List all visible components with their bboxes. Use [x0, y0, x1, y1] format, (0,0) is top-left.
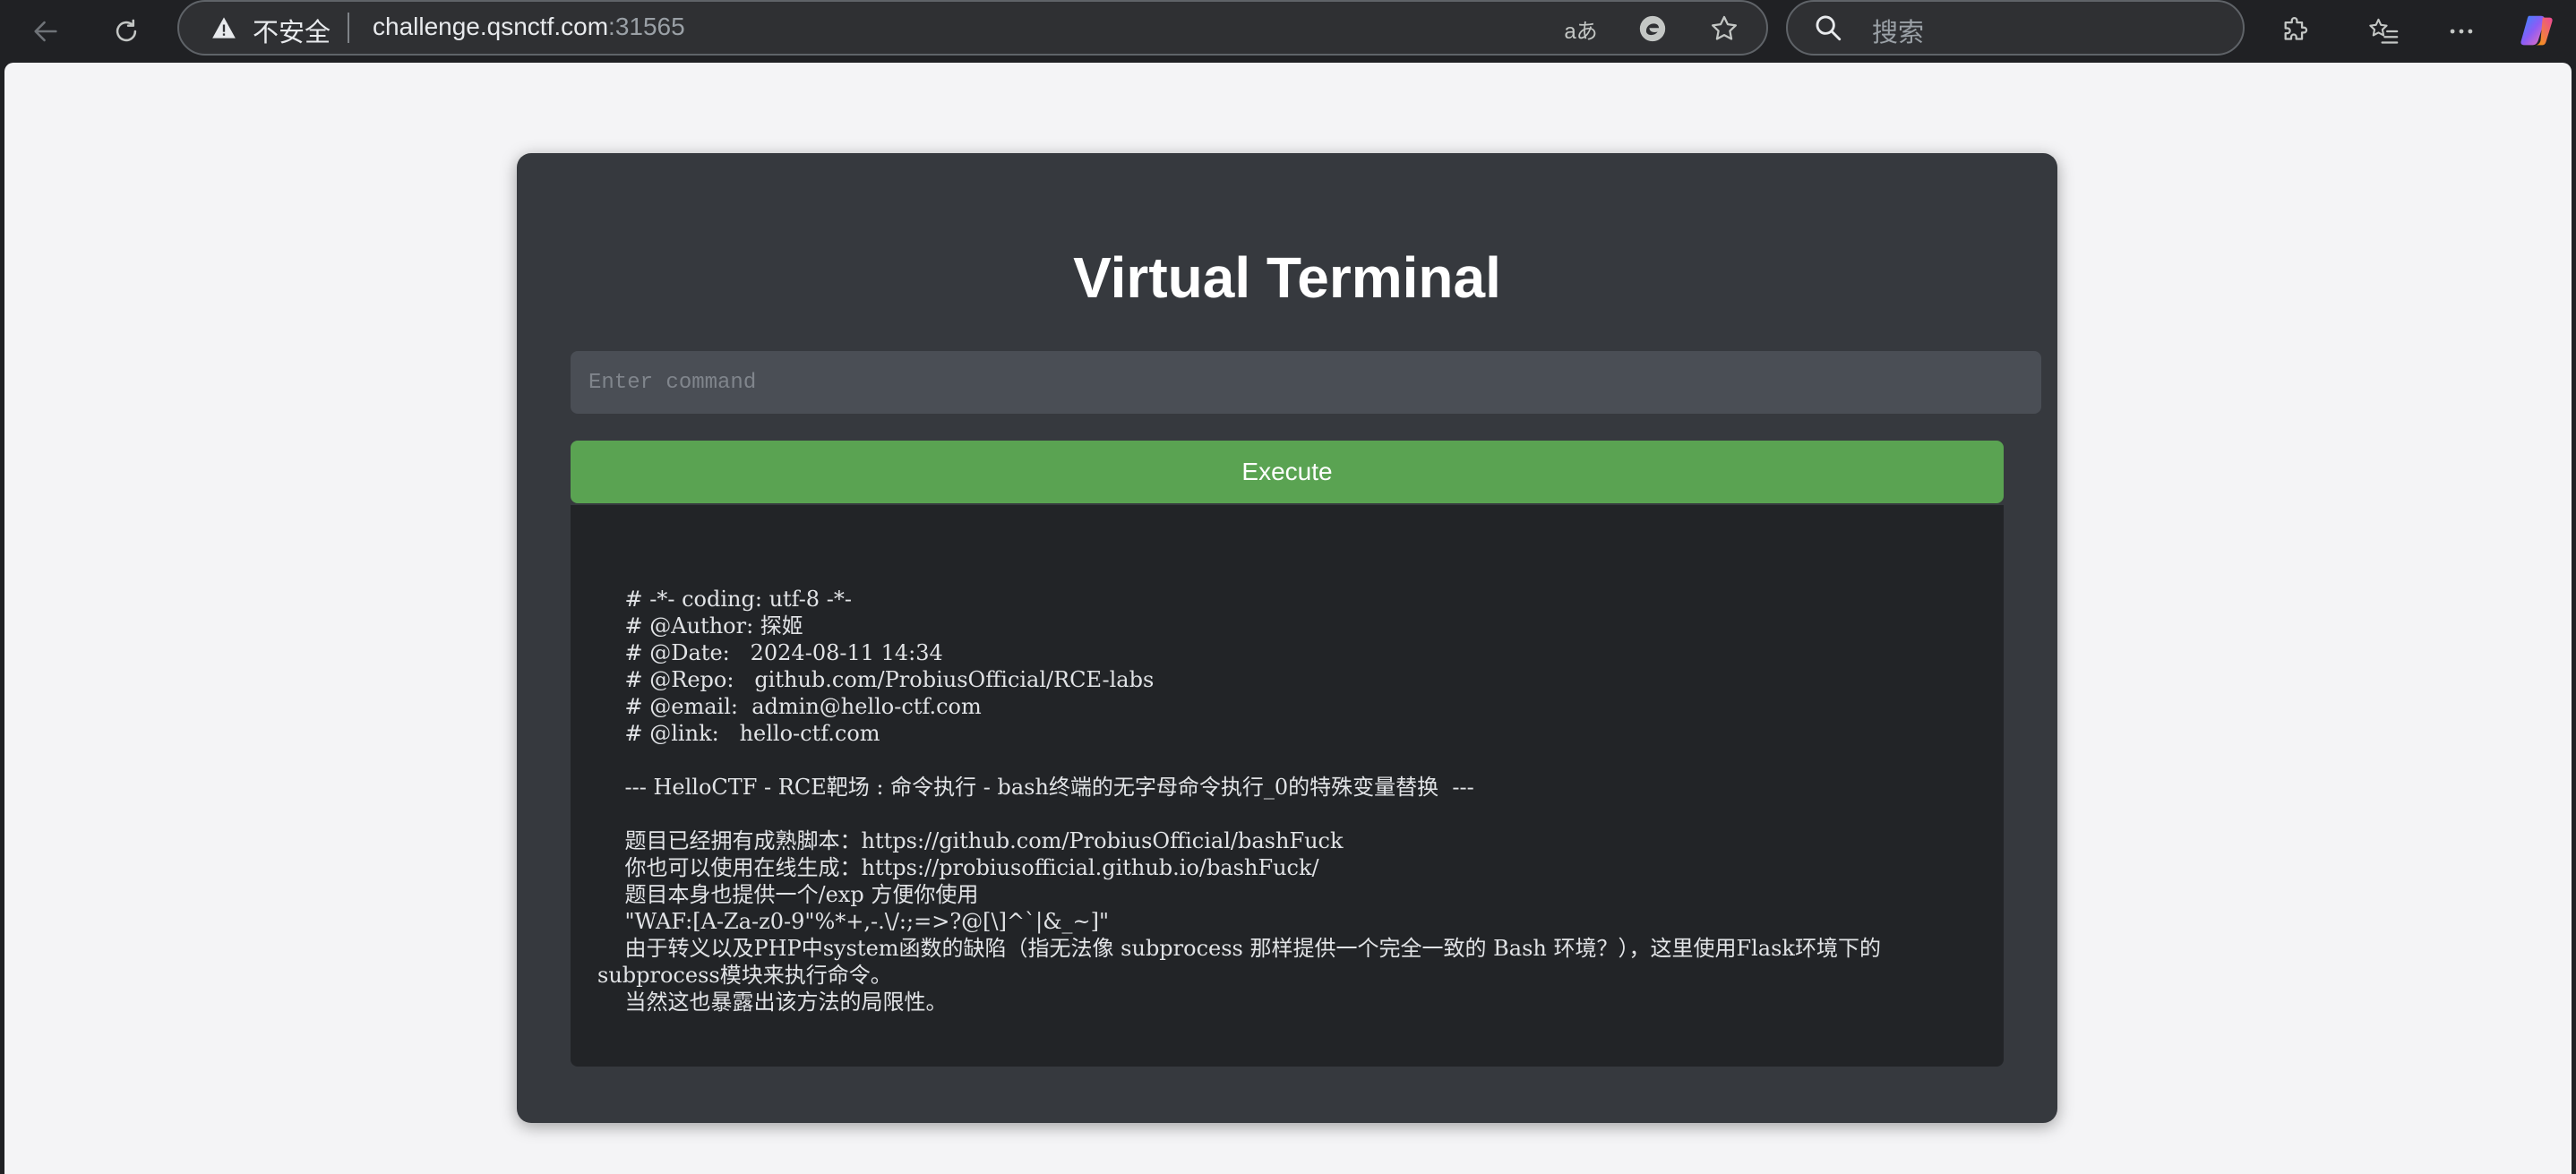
copilot-icon	[2520, 15, 2553, 46]
more-dots-icon	[2450, 29, 2473, 34]
back-button[interactable]	[20, 5, 72, 57]
url-port: :31565	[608, 13, 685, 40]
address-bar[interactable]: 不安全 challenge.qsnctf.com:31565 aあ	[177, 0, 1768, 56]
address-divider	[348, 13, 349, 43]
security-status-label[interactable]: 不安全	[253, 12, 331, 49]
output-text: # -*- coding: utf-8 -*- # @Author: 探姬 # …	[597, 587, 1881, 1015]
page-title: Virtual Terminal	[1073, 245, 1501, 310]
favorite-star-icon[interactable]	[1707, 12, 1741, 46]
terminal-output: # -*- coding: utf-8 -*- # @Author: 探姬 # …	[571, 505, 2004, 1067]
search-icon	[1813, 13, 1843, 47]
favorites-button[interactable]	[2359, 7, 2408, 56]
copilot-button[interactable]	[2513, 7, 2562, 56]
refresh-icon	[116, 19, 137, 42]
back-arrow-icon	[34, 21, 57, 42]
url-text[interactable]: challenge.qsnctf.com:31565	[373, 13, 685, 41]
favorites-list-icon	[2369, 18, 2399, 44]
edge-reading-icon[interactable]	[1636, 12, 1670, 46]
browser-toolbar: 不安全 challenge.qsnctf.com:31565 aあ 搜索	[0, 0, 2576, 63]
more-menu-button[interactable]	[2437, 7, 2486, 56]
search-bar[interactable]: 搜索	[1786, 0, 2245, 56]
command-input[interactable]	[571, 351, 2041, 414]
execute-button[interactable]: Execute	[571, 441, 2004, 503]
url-host: challenge.qsnctf.com	[373, 13, 609, 40]
warning-icon[interactable]	[211, 16, 236, 44]
refresh-button[interactable]	[100, 5, 152, 57]
puzzle-icon	[2284, 17, 2308, 40]
search-placeholder[interactable]: 搜索	[1872, 12, 1924, 49]
extensions-button[interactable]	[2271, 7, 2320, 56]
translate-icon[interactable]: aあ	[1564, 12, 1598, 46]
page-viewport: Virtual Terminal Execute # -*- coding: u…	[4, 63, 2572, 1174]
terminal-card: Virtual Terminal Execute # -*- coding: u…	[517, 153, 2057, 1123]
